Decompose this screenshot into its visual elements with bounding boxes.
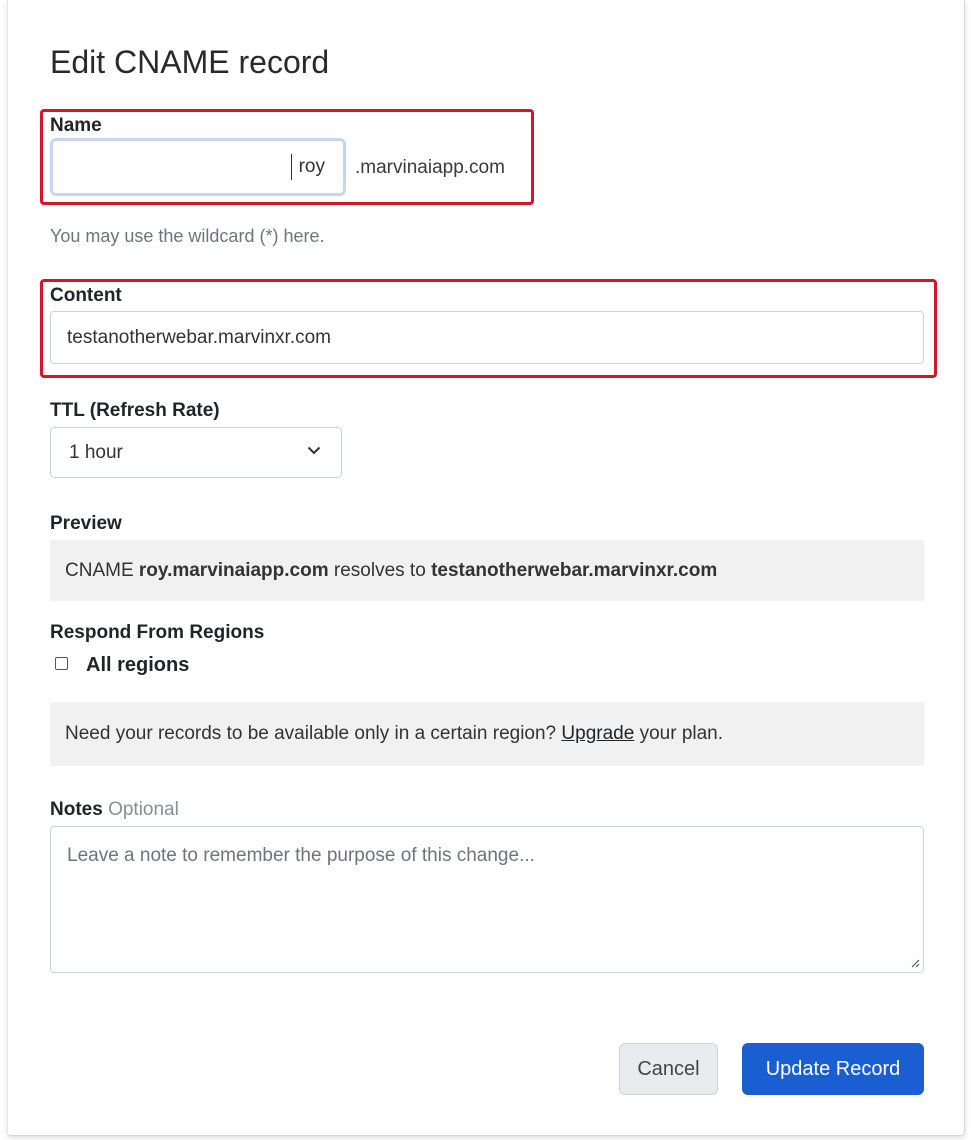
preview-verb: resolves to: [333, 560, 426, 581]
preview-type: CNAME: [65, 560, 134, 581]
text-caret: [291, 154, 292, 180]
edit-record-dialog: Edit CNAME record Name .marvinaiapp.com …: [7, 0, 965, 1136]
region-upsell-panel: Need your records to be available only i…: [50, 702, 924, 766]
preview-host: roy.marvinaiapp.com: [138, 560, 329, 581]
upgrade-link[interactable]: Upgrade: [561, 723, 634, 744]
optional-tag: Optional: [108, 799, 179, 820]
all-regions-checkbox[interactable]: [55, 657, 68, 670]
upsell-text: Need your records to be available only i…: [65, 723, 557, 744]
preview-panel: CNAME roy.marvinaiapp.com resolves to te…: [50, 540, 924, 601]
upsell-suffix: your plan.: [639, 723, 724, 744]
resize-grip-icon[interactable]: [910, 958, 920, 968]
notes-label-row: Notes Optional: [50, 799, 179, 821]
notes-textarea[interactable]: [50, 826, 924, 973]
chevron-down-icon: [307, 446, 321, 455]
domain-suffix: .marvinaiapp.com: [355, 157, 505, 178]
ttl-label: TTL (Refresh Rate): [50, 400, 220, 421]
content-input[interactable]: [50, 311, 924, 364]
content-label: Content: [50, 285, 122, 306]
wildcard-help-text: You may use the wildcard (*) here.: [50, 226, 325, 246]
update-record-button[interactable]: Update Record: [742, 1043, 924, 1095]
cancel-button[interactable]: Cancel: [619, 1043, 718, 1095]
preview-label: Preview: [50, 513, 122, 534]
preview-target: testanotherwebar.marvinxr.com: [431, 560, 718, 581]
name-input[interactable]: [50, 138, 346, 196]
regions-label: Respond From Regions: [50, 622, 265, 643]
name-label: Name: [50, 115, 102, 136]
all-regions-label[interactable]: All regions: [86, 654, 189, 677]
notes-label: Notes: [50, 799, 103, 820]
ttl-selected-value: 1 hour: [69, 442, 123, 463]
ttl-select[interactable]: 1 hour: [50, 427, 342, 478]
dialog-title: Edit CNAME record: [50, 44, 330, 80]
